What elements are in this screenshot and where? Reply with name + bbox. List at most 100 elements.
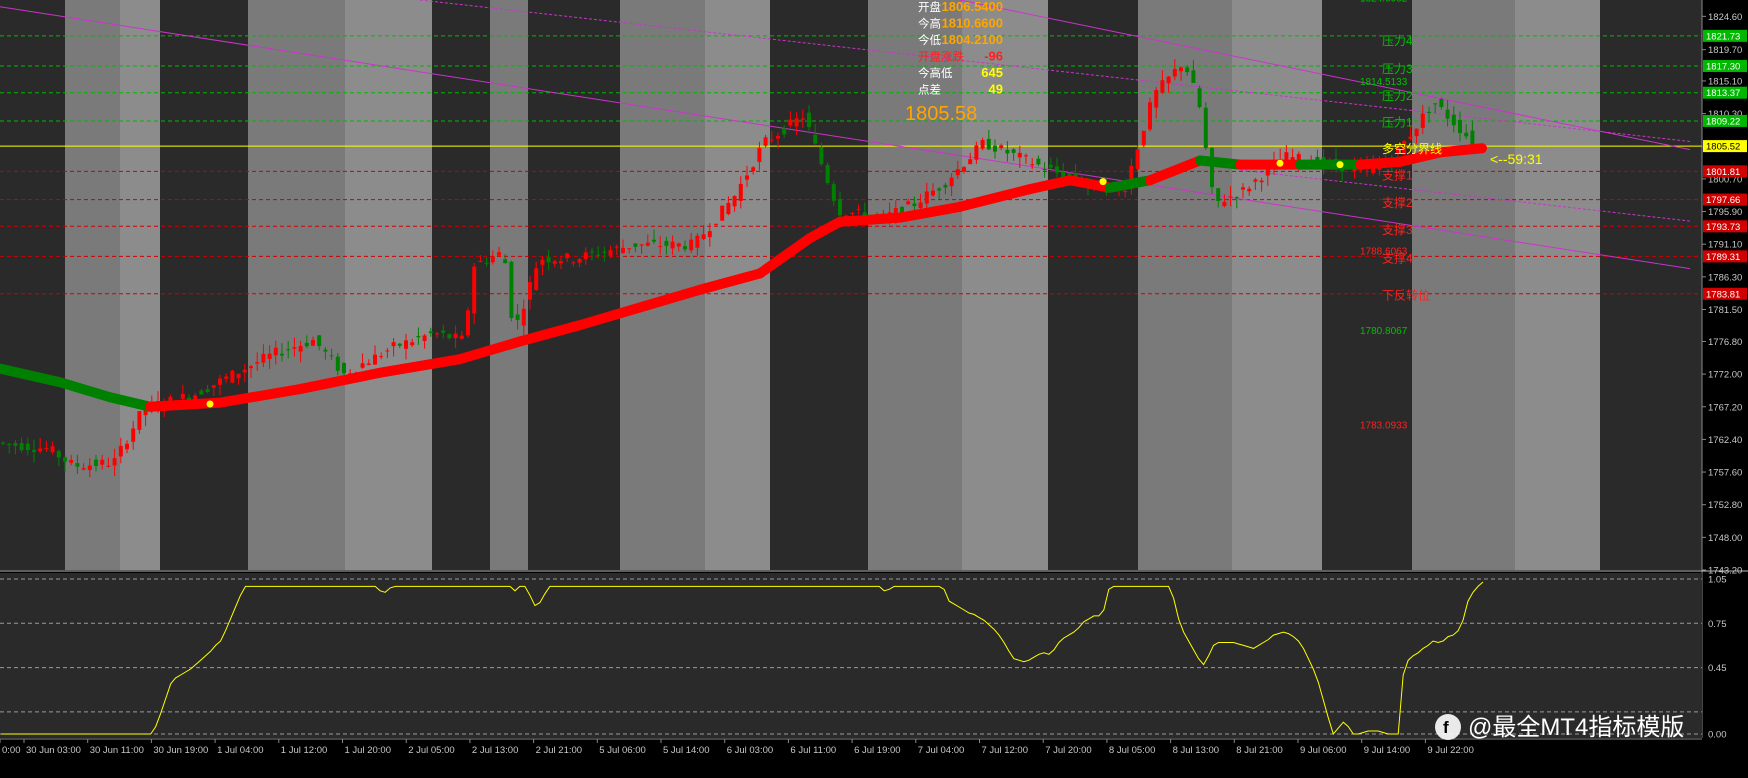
candle-body xyxy=(800,118,805,120)
time-tick-label: 2 Jul 13:00 xyxy=(472,745,518,756)
time-tick-label: 2 Jul 21:00 xyxy=(536,745,582,756)
price-tag-label: 1801.81 xyxy=(1706,167,1740,178)
candle-body xyxy=(478,261,483,263)
info-label: 点差 xyxy=(918,83,941,97)
candle-body xyxy=(534,268,539,291)
trend-line-segment xyxy=(835,212,905,227)
current-price-label: 1805.52 xyxy=(1706,142,1740,153)
oscillator-panel xyxy=(0,573,1702,738)
candle-body xyxy=(56,450,61,458)
candle-body xyxy=(1185,67,1190,73)
candle-body xyxy=(261,353,266,363)
candle-body xyxy=(447,334,452,339)
time-tick-label: 30 Jun 11:00 xyxy=(90,745,144,756)
candle-body xyxy=(670,241,675,249)
candle-body xyxy=(515,314,520,321)
candle-body xyxy=(509,261,514,319)
candle-body xyxy=(689,239,694,251)
candle-body xyxy=(596,254,601,256)
candle-body xyxy=(280,353,284,356)
candle-body xyxy=(714,223,718,225)
candle-body xyxy=(335,356,340,371)
candle-body xyxy=(1210,148,1214,188)
trend-line-segment xyxy=(1355,156,1405,170)
price-tag-label: 1789.31 xyxy=(1706,252,1740,263)
candle-body xyxy=(366,363,371,365)
candle-body xyxy=(652,239,656,242)
candle-body xyxy=(1216,188,1221,201)
level-value: 1814.5133 xyxy=(1360,77,1408,88)
candle-body xyxy=(695,235,700,248)
candle-body xyxy=(1011,149,1016,153)
time-tick-label: 7 Jul 04:00 xyxy=(918,745,964,756)
candle-body xyxy=(627,248,632,250)
candle-body xyxy=(490,256,495,263)
candle-body xyxy=(720,205,725,221)
candle-body xyxy=(466,310,470,336)
candle-body xyxy=(391,342,396,347)
candle-body xyxy=(1470,130,1475,145)
candle-body xyxy=(1253,179,1258,182)
candle-body xyxy=(422,335,427,341)
level-value: 1788.6063 xyxy=(1360,246,1408,257)
candle-body xyxy=(838,198,842,216)
time-tick-label: 30 Jun 19:00 xyxy=(153,745,208,756)
osc-tick-label: 0.00 xyxy=(1708,730,1727,741)
candle-body xyxy=(664,240,669,246)
candle-body xyxy=(1464,132,1469,137)
time-tick-label: 8 Jul 21:00 xyxy=(1236,745,1282,756)
candle-body xyxy=(19,443,24,451)
level-label: 多空分界线 xyxy=(1382,142,1442,156)
chart-canvas[interactable]: 压力4压力3压力2压力1多空分界线支撑1支撑2支撑3支撑4下反转位1824.60… xyxy=(0,0,1748,773)
price-tick-label: 1752.80 xyxy=(1708,500,1742,511)
candle-body xyxy=(106,465,111,467)
watermark-text: @最全MT4指标模版 xyxy=(1468,714,1684,741)
info-label: 今低 xyxy=(918,33,941,47)
candle-body xyxy=(1259,180,1264,183)
candle-body xyxy=(397,343,402,346)
candle-body xyxy=(286,349,291,351)
candle-body xyxy=(1458,119,1462,134)
time-tick-label: 6 Jul 11:00 xyxy=(790,745,836,756)
candle-body xyxy=(850,212,855,214)
time-tick-label: 9 Jul 14:00 xyxy=(1364,745,1410,756)
candle-body xyxy=(75,463,80,467)
candle-body xyxy=(404,340,408,349)
trend-switch-marker xyxy=(1099,178,1107,186)
time-tick-label: 5 Jul 14:00 xyxy=(663,745,709,756)
candle-body xyxy=(1036,158,1041,165)
candle-body xyxy=(614,246,619,248)
candle-body xyxy=(503,259,508,264)
level-label: 压力3 xyxy=(1382,62,1413,76)
candle-body xyxy=(931,190,935,196)
candle-body xyxy=(410,342,415,346)
candle-body xyxy=(230,370,235,383)
candle-body xyxy=(1222,201,1227,207)
candle-body xyxy=(552,261,557,264)
candle-body xyxy=(676,243,681,247)
info-label: 开盘涨跌 xyxy=(918,50,964,64)
info-value: 1806.5400 xyxy=(942,0,1003,14)
candle-body xyxy=(559,261,563,264)
candle-body xyxy=(986,138,991,150)
session-band xyxy=(1412,0,1515,570)
time-tick-label: 7 Jul 20:00 xyxy=(1045,745,1091,756)
candle-body xyxy=(565,253,570,259)
level-label: 支撑1 xyxy=(1382,168,1413,183)
candle-body xyxy=(962,167,966,172)
candle-body xyxy=(825,165,830,184)
candle-body xyxy=(608,250,613,256)
candle-body xyxy=(924,191,929,204)
candle-body xyxy=(732,196,737,207)
big-price: 1805.58 xyxy=(905,103,977,125)
candle-body xyxy=(1042,169,1047,171)
candle-body xyxy=(1247,188,1252,192)
candle-body xyxy=(1197,88,1202,108)
time-tick-label: 1 Jul 20:00 xyxy=(345,745,391,756)
candle-body xyxy=(1030,164,1035,166)
candle-body xyxy=(484,262,489,264)
price-tick-label: 1757.60 xyxy=(1708,468,1742,479)
candle-body xyxy=(112,458,117,466)
time-tick-label: 7 Jul 12:00 xyxy=(982,745,1028,756)
candle-body xyxy=(577,259,582,263)
